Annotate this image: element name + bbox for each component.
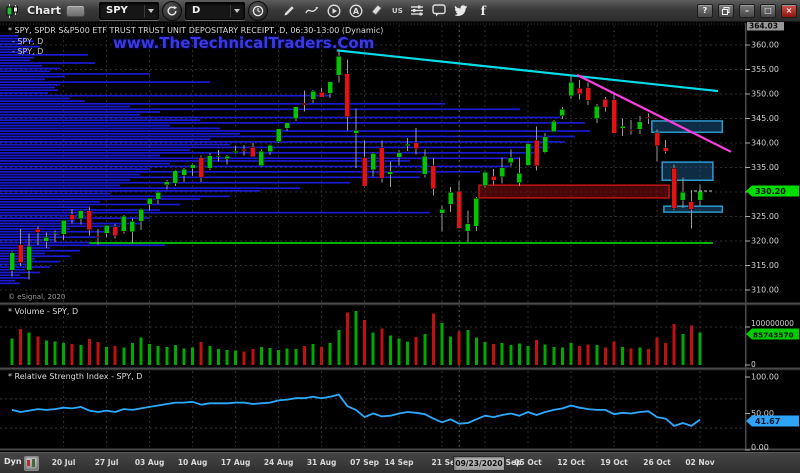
chat-bubble-icon (432, 4, 446, 17)
time-axis-tick: 03 Aug (135, 458, 165, 467)
svg-text:310.00: 310.00 (751, 286, 779, 295)
time-axis-tick: 19 Oct (600, 458, 627, 467)
symbol-value: SPY (100, 5, 144, 16)
time-axis-tick: 07 Sep (350, 458, 379, 467)
volume-profile (0, 35, 590, 284)
chat-button[interactable] (430, 1, 449, 20)
svg-text:345.00: 345.00 (751, 114, 779, 123)
svg-text:320.00: 320.00 (751, 237, 779, 246)
toolbar: Chart SPY D A US (0, 0, 800, 22)
time-axis-tick: 27 Jul (95, 458, 119, 467)
facebook-button[interactable]: f (474, 1, 493, 20)
svg-text:85743570: 85743570 (753, 331, 794, 340)
symbol-dropdown[interactable]: SPY (99, 2, 159, 20)
chevron-down-icon (148, 9, 154, 13)
gridlines (0, 24, 745, 447)
pencil-icon (283, 4, 296, 17)
annotation-boxes[interactable] (479, 121, 722, 212)
time-axis[interactable]: Dyn 09/23/2020 20 Jul 27 Jul 03 Aug 10 Aug 1… (0, 452, 800, 473)
letter-a-circle-icon: A (349, 4, 363, 18)
app-title: Chart (27, 4, 61, 17)
chart-canvas[interactable]: 360.00 355.00 350.00 345.00 340.00 335.00 330.… (0, 0, 800, 473)
chart-window: Chart SPY D A US (0, 0, 800, 473)
close-button[interactable]: × (781, 4, 797, 18)
time-axis-tick: 10 Aug (178, 458, 208, 467)
svg-text:325.00: 325.00 (751, 212, 779, 221)
legend-item: - SPY, D (12, 37, 43, 46)
maximize-button[interactable]: □ (760, 4, 776, 18)
time-axis-tick: 26 Oct (643, 458, 670, 467)
svg-text:364.03: 364.03 (749, 22, 778, 31)
restore-icon (722, 7, 730, 15)
app-candlestick-icon (3, 1, 22, 20)
selected-date-marker: 09/23/2020 (453, 456, 505, 471)
calendar-icon[interactable] (24, 456, 39, 471)
twitter-button[interactable] (452, 1, 471, 20)
volume-panel-title: * Volume - SPY, D (8, 307, 78, 316)
region-label: US (392, 7, 403, 15)
time-axis-tick: 12 Oct (557, 458, 584, 467)
svg-text:335.00: 335.00 (751, 163, 779, 172)
time-axis-tick: 05 Oct (514, 458, 541, 467)
svg-text:340.00: 340.00 (751, 139, 779, 148)
time-axis-tick: 14 Sep (385, 458, 414, 467)
volume-bars (11, 311, 702, 365)
time-axis-tick: 24 Aug (264, 458, 294, 467)
svg-text:360.00: 360.00 (751, 41, 779, 50)
interval-value: D (186, 5, 230, 16)
svg-text:330.20: 330.20 (755, 187, 786, 196)
time-axis-tick: 17 Aug (221, 458, 251, 467)
svg-text:0.00: 0.00 (751, 443, 769, 452)
help-button[interactable]: ? (697, 4, 713, 18)
mixer-icon (410, 4, 424, 17)
clock-icon (252, 5, 264, 17)
svg-text:A: A (352, 7, 359, 16)
watermark: www.TheTechnicalTraders.Com (113, 34, 374, 52)
eraser-icon (371, 4, 384, 17)
draw-button[interactable] (280, 1, 299, 20)
chevron-down-icon (234, 9, 240, 13)
price-axis[interactable]: 360.00 355.00 350.00 345.00 340.00 335.00 330.… (745, 21, 799, 295)
svg-text:0: 0 (751, 360, 756, 369)
copyright-label: © eSignal, 2020 (8, 293, 65, 301)
studies-button[interactable] (302, 1, 321, 20)
dynamic-mode-button[interactable]: Dyn (4, 457, 22, 466)
rsi-panel-title: * Relative Strength Index - SPY, D (8, 372, 142, 381)
volume-axis[interactable]: 100000000 0 85743570 (745, 319, 799, 369)
chart-title-badge-icon (66, 5, 85, 17)
replay-button[interactable] (324, 1, 343, 20)
time-axis-tick: 31 Aug (307, 458, 337, 467)
svg-text:315.00: 315.00 (751, 261, 779, 270)
refresh-icon (166, 5, 178, 17)
play-icon (327, 4, 341, 18)
svg-text:350.00: 350.00 (751, 90, 779, 99)
time-axis-tick: 02 Nov (685, 458, 714, 467)
svg-text:41.67: 41.67 (755, 417, 780, 426)
refresh-button[interactable] (162, 1, 182, 21)
restore-button[interactable] (718, 4, 734, 18)
time-axis-tick: 20 Jul (52, 458, 76, 467)
time-settings-button[interactable] (248, 1, 268, 21)
rsi-axis[interactable]: 100.0050.000.0041.67 (745, 373, 799, 453)
legend-item: - SPY, D (12, 47, 43, 56)
interval-dropdown[interactable]: D (185, 2, 245, 20)
twitter-icon (454, 5, 468, 17)
svg-text:100.00: 100.00 (751, 373, 779, 382)
eraser-button[interactable] (368, 1, 387, 20)
mixer-button[interactable] (408, 1, 427, 20)
svg-text:355.00: 355.00 (751, 65, 779, 74)
wave-icon (305, 5, 319, 17)
minimize-button[interactable]: – (739, 4, 755, 18)
svg-text:100000000: 100000000 (751, 319, 794, 328)
annotation-button[interactable]: A (346, 1, 365, 20)
